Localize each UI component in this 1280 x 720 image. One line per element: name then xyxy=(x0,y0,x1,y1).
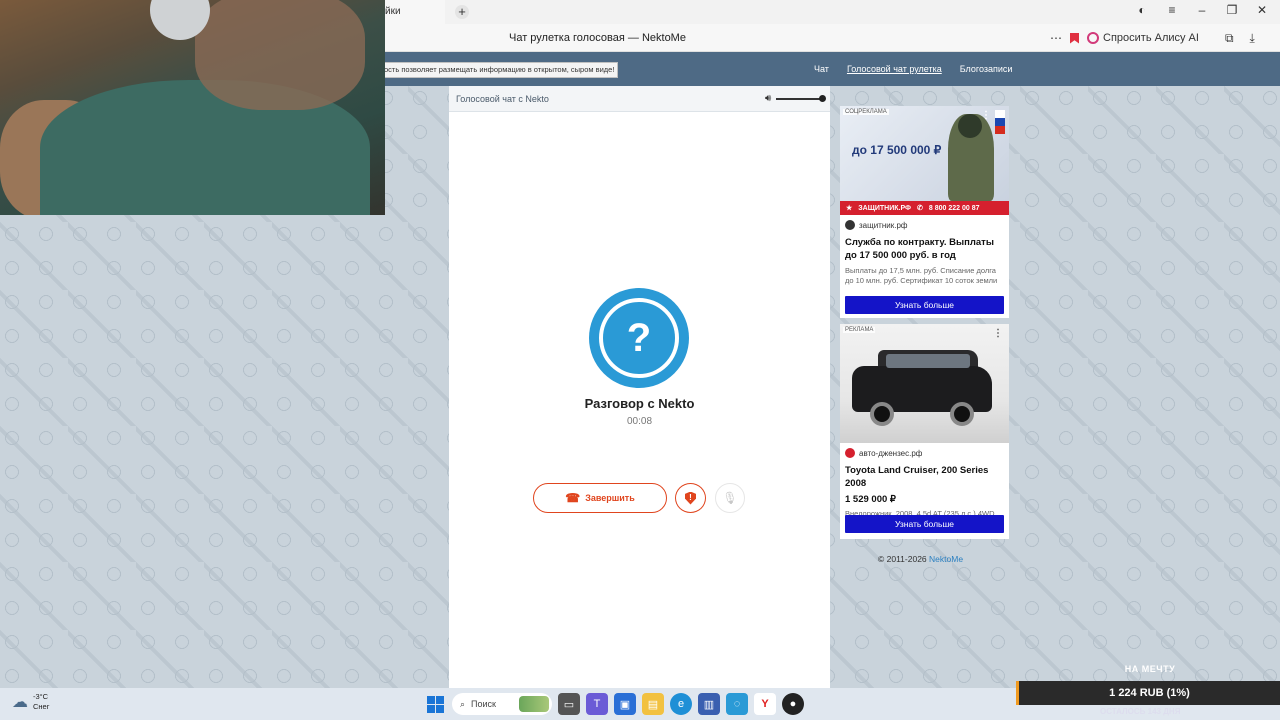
taskbar-apps: ⌕ Поиск ▭ T ▣ ▤ e ▥ ◌ Y ● xyxy=(424,693,804,715)
minimize-icon[interactable]: – xyxy=(1194,3,1210,17)
ad-domain[interactable]: авто-джензес.рф xyxy=(845,448,1004,458)
mute-button[interactable]: 🎙︎ xyxy=(715,483,745,513)
report-button[interactable]: ! xyxy=(675,483,706,513)
search-highlight-image xyxy=(519,696,549,712)
partner-avatar: ? xyxy=(589,288,689,388)
edge-icon[interactable]: e xyxy=(670,693,692,715)
footer-copyright: © 2011-2026 NektoMe xyxy=(878,554,963,564)
wheel-rear xyxy=(950,402,974,426)
nav-item-voice-roulette[interactable]: Голосовой чат рулетка xyxy=(847,64,942,74)
shield-icon: ! xyxy=(685,491,696,505)
voice-chat-panel: Голосовой чат с Nekto 🔊︎ ? Разговор с Ne… xyxy=(449,86,830,688)
learn-more-button[interactable]: Узнать больше xyxy=(845,296,1004,314)
chat-header-title: Голосовой чат с Nekto xyxy=(456,94,549,104)
ad-domain-text: авто-джензес.рф xyxy=(859,448,923,458)
ad-brand-strip: ★ ЗАЩИТНИК.РФ ✆ 8 800 222 00 87 xyxy=(840,201,1009,215)
site-nav: Чат Голосовой чат рулетка Блогозаписи xyxy=(814,64,1012,74)
menu-icon[interactable]: ≡ xyxy=(1164,3,1180,17)
window-controls: ◐ ≡ – ❐ ✕ xyxy=(1134,3,1270,17)
donation-remaining: ОСТАЛОСЬ 143 ДНЯ xyxy=(1100,707,1181,716)
learn-more-button[interactable]: Узнать больше xyxy=(845,515,1004,533)
ad-image[interactable]: РЕКЛАМА ⋮ xyxy=(840,324,1009,443)
snow-cloud-icon: ☁ xyxy=(12,694,28,711)
task-view-icon[interactable]: ▭ xyxy=(558,693,580,715)
donation-goal-label: НА МЕЧТУ xyxy=(1124,664,1176,674)
chat-header: Голосовой чат с Nekto 🔊︎ xyxy=(449,86,830,112)
avatar-ring: ? xyxy=(599,298,679,378)
ad-label: СОЦРЕКЛАМА xyxy=(843,109,889,115)
more-icon[interactable]: ⋯ xyxy=(1050,31,1062,45)
footer-brand-link[interactable]: NektoMe xyxy=(929,554,963,564)
wheel-front xyxy=(870,402,894,426)
donation-progress: 1 224 RUB (1%) xyxy=(1016,681,1280,705)
question-mark-icon: ? xyxy=(626,316,652,360)
ad-text: Выплаты до 17,5 млн. руб. Списание долга… xyxy=(845,266,998,285)
favicon-icon xyxy=(845,220,855,230)
ad-label: РЕКЛАМА xyxy=(843,327,876,333)
windows-start-icon[interactable] xyxy=(424,693,446,715)
teams-icon[interactable]: T xyxy=(586,693,608,715)
hang-up-icon: ☎ xyxy=(565,491,581,505)
close-icon[interactable]: ✕ xyxy=(1254,3,1270,17)
nav-item-blog[interactable]: Блогозаписи xyxy=(960,64,1013,74)
messenger-icon[interactable]: ◌ xyxy=(726,693,748,715)
yandex-browser-icon[interactable]: Y xyxy=(754,693,776,715)
new-tab-icon[interactable]: + xyxy=(455,5,469,19)
obs-icon[interactable]: ● xyxy=(782,693,804,715)
nav-item-chat[interactable]: Чат xyxy=(814,64,829,74)
ad-menu-icon[interactable]: ⋮ xyxy=(993,328,1003,339)
weather-temperature: -3°C xyxy=(33,692,49,701)
speaker-icon[interactable]: 🔊︎ xyxy=(765,93,771,104)
ad-domain-text: защитник.рф xyxy=(859,220,908,230)
ad-domain[interactable]: защитник.рф xyxy=(845,220,1004,230)
car-window xyxy=(886,354,970,368)
maximize-icon[interactable]: ❐ xyxy=(1224,3,1240,17)
address-bar-actions: ⋯ Спросить Алису AI ⧉ ⤓ xyxy=(1050,29,1255,47)
volume-slider-handle[interactable] xyxy=(819,95,826,102)
taskbar-search-placeholder: Поиск xyxy=(471,699,496,709)
volume-slider[interactable] xyxy=(776,98,822,100)
file-explorer-icon[interactable]: ▤ xyxy=(642,693,664,715)
page-title: Чат рулетка голосовая — NektoMe xyxy=(509,32,686,44)
search-icon: ⌕ xyxy=(460,698,466,709)
webcam-overlay xyxy=(0,0,385,215)
ad-card-toyota[interactable]: РЕКЛАМА ⋮ авто-джензес.рф Toyota Land Cr… xyxy=(840,324,1009,539)
russian-flag-icon xyxy=(995,110,1005,134)
store-icon[interactable]: ▣ xyxy=(614,693,636,715)
stats-app-icon[interactable]: ▥ xyxy=(698,693,720,715)
soldier-helmet xyxy=(958,114,982,138)
ad-menu-icon[interactable]: ⋮ xyxy=(981,110,991,121)
ad-card-contract-service[interactable]: СОЦРЕКЛАМА до 17 500 000 ₽ ⋮ ★ ЗАЩИТНИК.… xyxy=(840,106,1009,318)
taskbar-search[interactable]: ⌕ Поиск xyxy=(452,693,552,715)
ad-strip-phone: 8 800 222 00 87 xyxy=(928,204,980,212)
ad-title[interactable]: Служба по контракту. Выплаты до 17 500 0… xyxy=(845,236,1004,262)
end-call-label: Завершить xyxy=(585,493,635,503)
download-icon[interactable]: ⤓ xyxy=(1250,31,1255,46)
bookmark-icon[interactable] xyxy=(1070,32,1079,44)
favicon-icon xyxy=(845,448,855,458)
alice-icon xyxy=(1087,32,1099,44)
notice-banner: ость позволяет размещать информацию в от… xyxy=(380,62,619,78)
phone-icon: ✆ xyxy=(917,205,923,212)
webcam-face xyxy=(195,0,365,110)
ad-amount: до 17 500 000 ₽ xyxy=(852,143,942,157)
microphone-icon: 🎙︎ xyxy=(722,491,738,505)
conversation-title: Разговор с Nekto xyxy=(584,396,695,411)
copyright-text: © 2011-2026 xyxy=(878,554,927,564)
collections-icon[interactable]: ⧉ xyxy=(1225,31,1234,46)
star-icon: ★ xyxy=(846,205,853,212)
ad-strip-brand: ЗАЩИТНИК.РФ xyxy=(858,204,912,212)
ad-title[interactable]: Toyota Land Cruiser, 200 Series 2008 xyxy=(845,464,1004,490)
weather-widget[interactable]: ☁ -3°C Снег xyxy=(12,692,49,712)
call-timer: 00:08 xyxy=(626,416,653,427)
end-call-button[interactable]: ☎ Завершить xyxy=(533,483,667,513)
weather-condition: Снег xyxy=(33,702,50,711)
profile-icon[interactable]: ◐ xyxy=(1134,3,1150,17)
ad-image[interactable]: СОЦРЕКЛАМА до 17 500 000 ₽ ⋮ xyxy=(840,106,1009,201)
ask-alice-label: Спросить Алису AI xyxy=(1103,32,1199,44)
ad-price: 1 529 000 ₽ xyxy=(845,494,896,505)
ask-alice-button[interactable]: Спросить Алису AI xyxy=(1087,29,1199,47)
